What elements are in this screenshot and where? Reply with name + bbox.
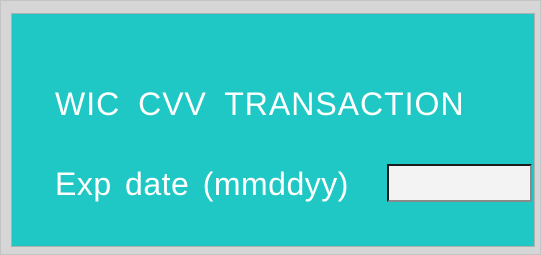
exp-date-label: Exp date (mmddyy) <box>55 166 349 202</box>
terminal-window: WIC CVV TRANSACTION Exp date (mmddyy) <box>0 0 541 255</box>
transaction-screen: WIC CVV TRANSACTION Exp date (mmddyy) <box>11 13 535 247</box>
screen-title: WIC CVV TRANSACTION <box>55 86 465 122</box>
exp-date-input[interactable] <box>387 164 532 202</box>
